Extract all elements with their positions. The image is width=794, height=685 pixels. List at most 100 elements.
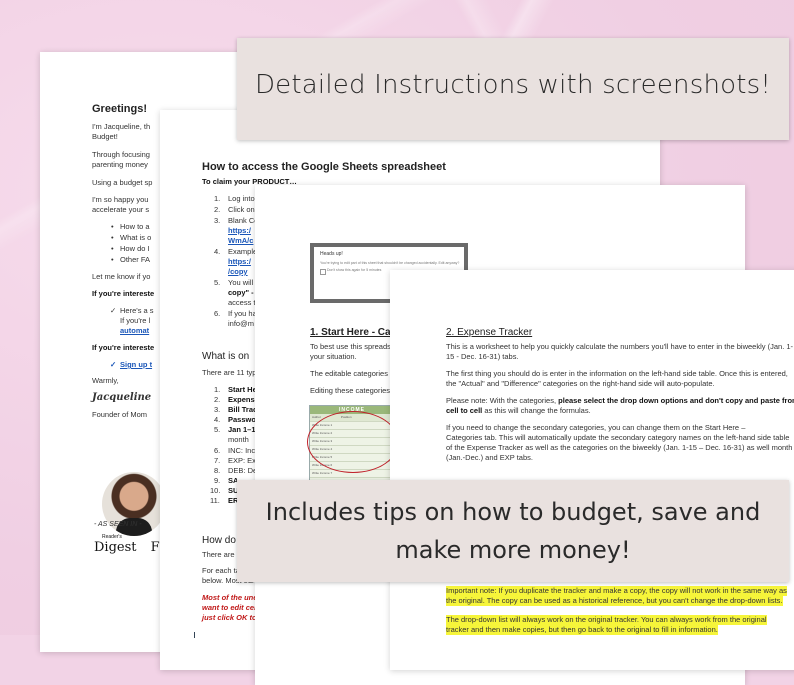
note-bold: please select the drop down options and …: [558, 396, 794, 405]
list-number: 11.: [210, 496, 220, 505]
step-link[interactable]: https:/: [228, 257, 251, 267]
list-number: 4.: [214, 415, 221, 424]
para-line: This is a worksheet to help you quickly …: [446, 342, 794, 351]
as-seen-in-label: - AS SEEN IN -: [94, 521, 142, 528]
to-best-line: To best use this spreads: [310, 342, 391, 351]
readers-digest-logo: Reader's Digest F: [94, 534, 160, 555]
dialog-checkbox: [320, 269, 326, 275]
dialog-checkbox-label: Don't show this again for 5 minutes: [327, 268, 382, 272]
there-are-line: There are 11 typ: [202, 368, 257, 377]
intro-line-1: I'm Jacqueline, th: [92, 122, 151, 131]
list-number: 7.: [214, 456, 221, 465]
warning-line-1: Most of the une: [202, 593, 258, 602]
there-are-line-2: There are: [202, 550, 235, 559]
list-number: 2.: [214, 395, 221, 404]
step-link[interactable]: /copy: [228, 267, 248, 277]
text-cursor: [194, 632, 195, 638]
happy-line-2: accelerate your s: [92, 205, 150, 214]
note-text: as this will change the formulas.: [482, 406, 591, 415]
banner-bottom-line-1: Includes tips on how to budget, save and: [265, 498, 761, 526]
dialog-text: You're trying to edit part of this sheet…: [320, 261, 460, 265]
heres-line-1: Here's a s: [110, 306, 153, 316]
your-situation-line: your situation.: [310, 352, 357, 361]
highlighted-line: the original. The copy can be used as a …: [446, 596, 783, 606]
let-me-know-line: Let me know if yo: [92, 272, 151, 281]
list-number: 9.: [214, 476, 221, 485]
for-each-line: For each ta: [202, 566, 240, 575]
list-item: Bill Trac: [228, 405, 258, 414]
step-link[interactable]: WmA/c: [228, 236, 253, 246]
warning-line-3: just click OK to e: [202, 613, 263, 622]
para-line: (Jan.-Dec.) and EXP tabs.: [446, 453, 533, 462]
list-number: 3.: [214, 405, 221, 414]
focus-line-2: parenting money: [92, 160, 148, 169]
banner-top-text: Detailed Instructions with screenshots!: [254, 70, 772, 100]
digest-small-label: Reader's: [102, 534, 122, 540]
warmly-line: Warmly,: [92, 376, 119, 385]
step-link[interactable]: https:/: [228, 226, 251, 236]
highlighted-line: tracker and then make copies, but then g…: [446, 625, 718, 635]
step-number: 4.: [214, 247, 221, 256]
what-is-on-heading: What is on: [202, 351, 250, 362]
highlighted-line: The drop-down list will always work on t…: [446, 615, 767, 625]
para-line: Categories tab. This will automatically …: [446, 433, 790, 442]
list-item: What is o: [111, 233, 151, 243]
list-number: 8.: [214, 466, 221, 475]
warning-line-2: want to edit cell: [202, 603, 259, 612]
list-number: 1.: [214, 385, 221, 394]
list-number: 5.: [214, 425, 221, 434]
para-line: the "Actual" and "Difference" categories…: [446, 379, 715, 388]
editing-line: Editing these categories: [310, 386, 391, 395]
editable-line: The editable categories: [310, 369, 388, 378]
para-line: Please note: With the categories, please…: [446, 396, 794, 406]
list-item: Start He: [228, 385, 257, 394]
list-item: How to a: [111, 222, 149, 232]
step-text: If you ha: [228, 309, 257, 318]
step-number: 1.: [214, 194, 221, 203]
para-line: cell to cell as this will change the for…: [446, 406, 591, 416]
access-heading: How to access the Google Sheets spreadsh…: [202, 161, 446, 173]
step-text: Example: [228, 247, 258, 256]
signup-link[interactable]: Sign up t: [110, 360, 152, 370]
list-item: DEB: De: [228, 466, 258, 475]
list-item: month: [228, 435, 249, 444]
step-number: 3.: [214, 216, 221, 225]
step-number: 5.: [214, 278, 221, 287]
step-text: You will: [228, 278, 254, 287]
focus-line-1: Through focusing: [92, 150, 150, 159]
para-line: 15 - Dec. 16-31) tabs.: [446, 352, 519, 361]
step-text: Blank Co: [228, 216, 259, 225]
signature: Jacqueline: [92, 392, 152, 403]
step-text: Click on: [228, 205, 255, 214]
para-line: The first thing you should do is enter i…: [446, 369, 788, 378]
para-line: of the Expense Tracker as well as the ca…: [446, 443, 793, 452]
list-item: EXP: Ex: [228, 456, 256, 465]
heres-line-2: If you're l: [120, 316, 151, 325]
expense-tracker-heading: 2. Expense Tracker: [446, 327, 533, 338]
step-number: 6.: [214, 309, 221, 318]
highlighted-line: Important note: If you duplicate the tra…: [446, 586, 787, 596]
banner-bottom-line-2: make more money!: [395, 536, 631, 564]
digest-label: Digest: [94, 540, 137, 555]
document-page-expense-tracker: 2. Expense Tracker This is a worksheet t…: [390, 270, 794, 670]
interested-heading-1: If you're intereste: [92, 289, 155, 298]
step-number: 2.: [214, 205, 221, 214]
banner-bottom: Includes tips on how to budget, save and…: [237, 480, 789, 582]
note-text: Please note: With the categories,: [446, 396, 559, 405]
interested-heading-2: If you're intereste: [92, 343, 155, 352]
step-text: info@m: [228, 319, 254, 328]
greeting-heading: Greetings!: [92, 103, 148, 115]
list-item: How do I: [111, 244, 149, 254]
how-do-heading: How do: [202, 535, 236, 546]
list-item: INC: Inc: [228, 446, 256, 455]
dialog-title: Heads up!: [320, 251, 343, 257]
using-line: Using a budget sp: [92, 178, 153, 187]
list-item: Other FA: [111, 255, 150, 265]
happy-line-1: I'm so happy you: [92, 195, 149, 204]
step-text: copy" -: [228, 288, 254, 297]
founder-line: Founder of Mom: [92, 410, 148, 419]
red-circle-annotation: [307, 411, 399, 473]
step-text: access t: [228, 298, 256, 307]
logo-fragment: F: [150, 540, 160, 555]
automation-link[interactable]: automat: [120, 326, 149, 336]
